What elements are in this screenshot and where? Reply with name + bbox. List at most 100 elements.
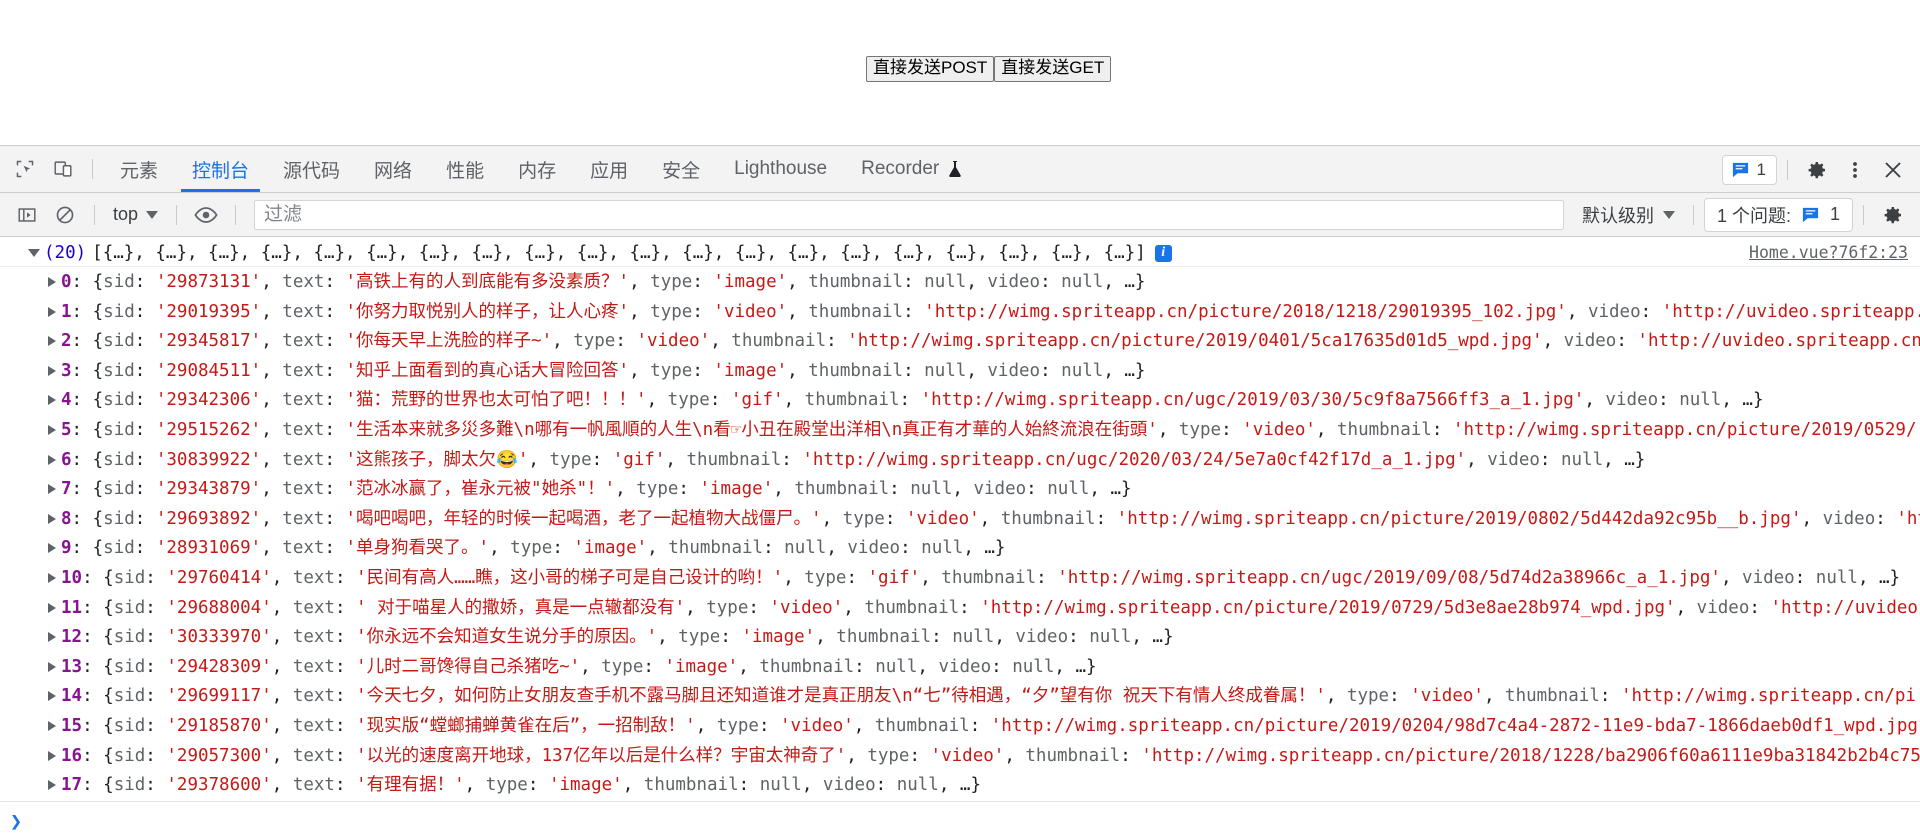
live-expression-icon[interactable] <box>187 196 225 234</box>
item-index: 11 <box>61 597 83 618</box>
console-source-link[interactable]: Home.vue?76f2:23 <box>1749 243 1908 262</box>
tab-performance[interactable]: 性能 <box>429 146 501 192</box>
item-value-text: '儿时二哥馋得自己杀猪吃~' <box>356 656 581 677</box>
item-index: 10 <box>61 567 83 588</box>
issues-summary-button[interactable]: 1 个问题: 1 <box>1703 197 1853 232</box>
expand-toggle-item[interactable] <box>48 572 56 583</box>
console-array-item-row[interactable]: 16: {sid: '29057300', text: '以光的速度离开地球，1… <box>0 742 1920 772</box>
tab-network[interactable]: 网络 <box>357 146 429 192</box>
console-array-item-row[interactable]: 5: {sid: '29515262', text: '生活本来就多災多難\n哪… <box>0 416 1920 446</box>
item-key-type: type <box>678 627 721 648</box>
item-value-text: ' 对于喵星人的撒娇，真是一点辙都没有' <box>356 597 686 618</box>
issues-summary-count: 1 <box>1829 204 1840 224</box>
console-prompt-input[interactable] <box>30 809 1920 832</box>
item-key-type: type <box>867 745 910 766</box>
console-array-item-row[interactable]: 8: {sid: '29693892', text: '喝吧喝吧，年轻的时候一起… <box>0 505 1920 535</box>
expand-toggle-item[interactable] <box>48 306 56 317</box>
expand-toggle-item[interactable] <box>48 365 56 376</box>
item-value-type: 'video' <box>1410 686 1484 707</box>
tab-console[interactable]: 控制台 <box>175 146 266 192</box>
send-get-button[interactable]: 直接发送GET <box>994 56 1112 82</box>
execution-context-selector[interactable]: top <box>105 201 166 228</box>
devtools-tabstrip: 元素 控制台 源代码 网络 性能 内存 应用 安全 Lighthouse Rec… <box>0 146 1920 193</box>
item-key-type: type <box>804 567 847 588</box>
item-key-text: text <box>282 538 325 559</box>
tab-security[interactable]: 安全 <box>645 146 717 192</box>
expand-toggle-item[interactable] <box>48 602 56 613</box>
tab-sources[interactable]: 源代码 <box>266 146 357 192</box>
console-array-item-row[interactable]: 2: {sid: '29345817', text: '你每天早上洗脸的样子~'… <box>0 327 1920 357</box>
console-prompt[interactable]: ❯ <box>0 801 1920 839</box>
expand-toggle-item[interactable] <box>48 484 56 495</box>
item-value-text: '有理有据！' <box>356 775 465 796</box>
console-array-item-row[interactable]: 0: {sid: '29873131', text: '高铁上有的人到底能有多没… <box>0 268 1920 298</box>
console-array-item-row[interactable]: 17: {sid: '29378600', text: '有理有据！', typ… <box>0 771 1920 801</box>
console-array-item-row[interactable]: 4: {sid: '29342306', text: '猫：荒野的世界也太可怕了… <box>0 386 1920 416</box>
expand-toggle-item[interactable] <box>48 336 56 347</box>
console-array-item-row[interactable]: 6: {sid: '30839922', text: '这熊孩子，脚太欠😂', … <box>0 446 1920 476</box>
item-key-thumbnail: thumbnail <box>686 449 782 470</box>
expand-toggle-item[interactable] <box>48 750 56 761</box>
console-filter-input[interactable] <box>254 199 1564 230</box>
more-vertical-icon[interactable] <box>1836 151 1874 189</box>
expand-toggle-item[interactable] <box>48 277 56 287</box>
item-key-video: video <box>1696 597 1750 618</box>
console-array-item-row[interactable]: 7: {sid: '29343879', text: '范冰冰赢了，崔永元被"她… <box>0 475 1920 505</box>
item-key-sid: sid <box>103 331 135 352</box>
item-tail: , …} <box>938 775 981 796</box>
console-array-item-row[interactable]: 13: {sid: '29428309', text: '儿时二哥馋得自己杀猪吃… <box>0 653 1920 683</box>
tab-memory[interactable]: 内存 <box>501 146 573 192</box>
console-array-item-row[interactable]: 12: {sid: '30333970', text: '你永远不会知道女生说分… <box>0 623 1920 653</box>
console-array-group-header[interactable]: (20) [{…}, {…}, {…}, {…}, {…}, {…}, {…}, … <box>0 237 1920 267</box>
tab-lighthouse[interactable]: Lighthouse <box>717 146 844 192</box>
expand-toggle-item[interactable] <box>48 395 56 406</box>
expand-toggle-item[interactable] <box>48 691 56 702</box>
array-preview: [{…}, {…}, {…}, {…}, {…}, {…}, {…}, {…},… <box>92 243 1146 263</box>
item-key-thumbnail: thumbnail <box>804 390 900 411</box>
console-array-item-row[interactable]: 10: {sid: '29760414', text: '民间有高人……瞧，这小… <box>0 564 1920 594</box>
item-value-thumbnail: null <box>784 538 827 559</box>
item-tail: , …} <box>1089 479 1132 500</box>
expand-toggle-item[interactable] <box>48 424 56 435</box>
console-sidebar-icon[interactable] <box>8 196 46 234</box>
console-array-item-row[interactable]: 14: {sid: '29699117', text: '今天七夕，如何防止女朋… <box>0 682 1920 712</box>
expand-toggle-item[interactable] <box>48 454 56 465</box>
tab-sources-label: 源代码 <box>283 160 341 182</box>
item-value-video: null <box>1679 390 1722 411</box>
device-toolbar-icon[interactable] <box>44 150 82 188</box>
item-value-type: 'video' <box>780 715 854 736</box>
expand-toggle-item[interactable] <box>48 661 56 672</box>
item-value-sid: '29693892' <box>155 508 262 529</box>
console-array-item-row[interactable]: 3: {sid: '29084511', text: '知乎上面看到的真心话大冒… <box>0 357 1920 387</box>
expand-toggle-item[interactable] <box>48 720 56 731</box>
issues-counter-chip[interactable]: 1 <box>1721 154 1777 185</box>
expand-toggle-item[interactable] <box>48 513 56 524</box>
expand-toggle-item[interactable] <box>48 632 56 643</box>
item-index: 1 <box>61 301 72 322</box>
item-value-sid: '29057300' <box>166 745 272 766</box>
expand-toggle-item[interactable] <box>48 780 56 791</box>
inspect-element-icon[interactable] <box>6 150 44 188</box>
console-array-item-row[interactable]: 1: {sid: '29019395', text: '你努力取悦别人的样子，让… <box>0 298 1920 328</box>
send-post-button[interactable]: 直接发送POST <box>866 56 995 82</box>
tab-recorder[interactable]: Recorder <box>844 146 980 192</box>
gear-icon[interactable] <box>1798 151 1836 189</box>
item-key-text: text <box>282 272 325 292</box>
tab-application[interactable]: 应用 <box>573 146 645 192</box>
filterbar-divider-1 <box>94 204 95 225</box>
expand-toggle-array[interactable] <box>28 249 40 257</box>
console-array-item-row[interactable]: 11: {sid: '29688004', text: ' 对于喵星人的撒娇，真… <box>0 594 1920 624</box>
log-level-selector[interactable]: 默认级别 <box>1574 199 1683 231</box>
item-key-sid: sid <box>113 656 146 677</box>
clear-console-icon[interactable] <box>46 196 84 234</box>
console-settings-gear-icon[interactable] <box>1874 196 1912 234</box>
console-array-item-row[interactable]: 15: {sid: '29185870', text: '现实版“螳螂捕蝉黄雀在… <box>0 712 1920 742</box>
console-array-item-row[interactable]: 9: {sid: '28931069', text: '单身狗看哭了。', ty… <box>0 534 1920 564</box>
tab-elements[interactable]: 元素 <box>103 146 175 192</box>
toolbar-divider-right <box>1787 159 1788 180</box>
expand-toggle-item[interactable] <box>48 543 56 554</box>
console-output[interactable]: (20) [{…}, {…}, {…}, {…}, {…}, {…}, {…}, … <box>0 237 1920 839</box>
close-icon[interactable] <box>1874 151 1912 189</box>
item-tail: , …} <box>1103 272 1146 292</box>
tab-console-label: 控制台 <box>192 160 250 182</box>
